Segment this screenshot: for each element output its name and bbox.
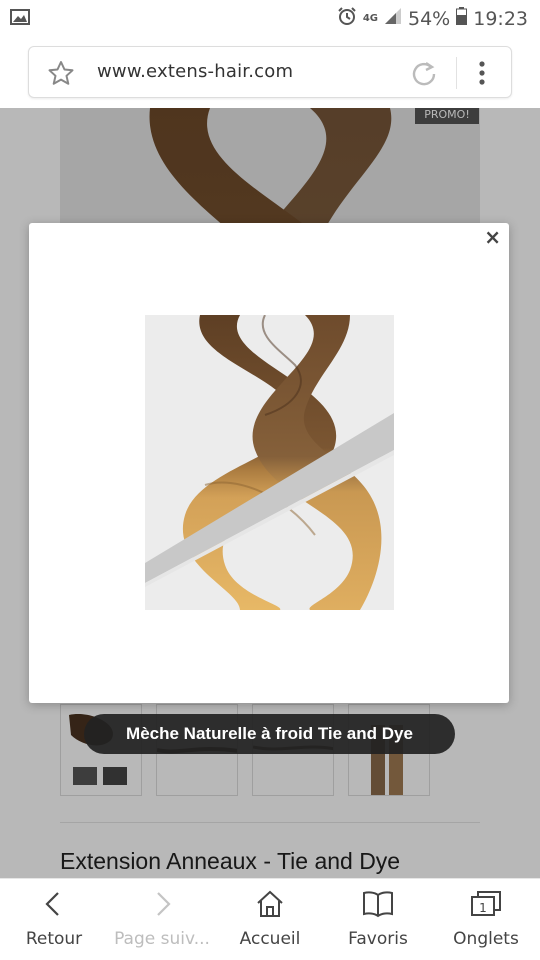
nav-tabs-label: Onglets — [453, 929, 519, 949]
nav-home-label: Accueil — [239, 929, 301, 949]
battery-icon — [456, 7, 468, 30]
chevron-right-icon — [157, 892, 171, 916]
battery-percent: 54% — [408, 7, 451, 30]
lightbox-product-image — [145, 315, 394, 610]
bookmark-star-icon[interactable] — [47, 60, 75, 90]
nav-back-label: Retour — [25, 929, 83, 949]
image-lightbox: × — [29, 223, 509, 703]
nav-forward-label: Page suiv... — [114, 929, 210, 949]
image-caption: Mèche Naturelle à froid Tie and Dye — [84, 714, 455, 754]
signal-icon — [384, 7, 402, 30]
address-bar[interactable]: www.extens-hair.com — [28, 46, 512, 98]
tabs-icon: 1 — [471, 891, 501, 916]
browser-toolbar: www.extens-hair.com — [0, 36, 540, 108]
status-bar: 4G 54% 19:23 — [0, 0, 540, 36]
nav-back[interactable]: Retour — [0, 879, 108, 960]
browser-bottom-nav: Retour Page suiv... Accueil Favoris 1 On… — [0, 878, 540, 960]
nav-favorites[interactable]: Favoris — [324, 879, 432, 960]
reload-icon[interactable] — [409, 59, 439, 93]
nav-favorites-label: Favoris — [348, 929, 408, 949]
close-icon[interactable]: × — [484, 227, 501, 247]
network-type: 4G — [362, 12, 378, 24]
tabs-count: 1 — [479, 901, 487, 915]
home-icon — [257, 890, 283, 917]
nav-forward[interactable]: Page suiv... — [108, 879, 216, 960]
url-text[interactable]: www.extens-hair.com — [97, 61, 293, 82]
alarm-icon — [337, 6, 357, 31]
chevron-left-icon — [45, 892, 59, 916]
clock: 19:23 — [473, 7, 528, 30]
overflow-menu-icon[interactable] — [477, 59, 487, 93]
nav-tabs[interactable]: 1 Onglets — [432, 879, 540, 960]
nav-home[interactable]: Accueil — [216, 879, 324, 960]
toolbar-divider — [456, 57, 457, 89]
gallery-notification-icon — [10, 9, 30, 29]
book-icon — [363, 891, 393, 918]
